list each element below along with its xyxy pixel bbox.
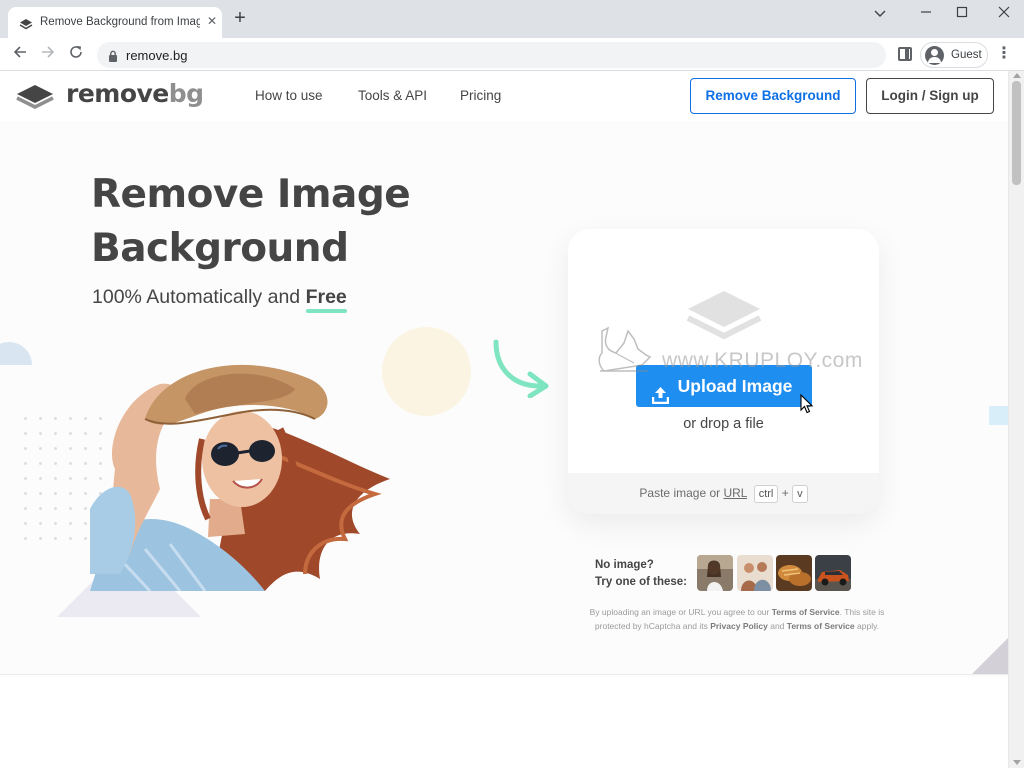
tab-search-icon[interactable]: [870, 6, 890, 24]
profile-label: Guest: [951, 49, 982, 61]
drop-file-text: or drop a file: [683, 416, 764, 432]
back-arrow-icon[interactable]: [10, 45, 30, 65]
paste-url-link[interactable]: URL: [723, 486, 747, 500]
free-highlight: Free: [305, 286, 347, 308]
sample-thumb-woman[interactable]: [697, 555, 733, 591]
lock-icon: [108, 49, 118, 67]
terms-link-1[interactable]: Terms of Service: [772, 607, 840, 617]
watermark-text: www.KRUPLOY.com: [662, 349, 863, 372]
profile-button[interactable]: Guest: [920, 42, 988, 68]
removebg-logo-icon[interactable]: [15, 83, 55, 116]
mouse-cursor-icon: [800, 393, 814, 419]
new-tab-button[interactable]: +: [230, 8, 250, 29]
sample-thumb-people[interactable]: [737, 555, 773, 591]
privacy-policy-link[interactable]: Privacy Policy: [710, 621, 768, 631]
key-ctrl: ctrl: [753, 485, 779, 503]
side-panel-icon[interactable]: [898, 47, 912, 61]
page-scrollbar[interactable]: [1008, 71, 1024, 768]
hero-woman-image: [90, 359, 400, 593]
tab-close-icon[interactable]: ✕: [204, 14, 220, 28]
section-divider: [0, 674, 1008, 675]
forward-arrow-icon[interactable]: [38, 45, 58, 65]
hero-title-line2: Background: [91, 226, 349, 271]
terms-link-2[interactable]: Terms of Service: [787, 621, 855, 631]
nav-how-to-use[interactable]: How to use: [255, 88, 323, 103]
sample-images-label: No image? Try one of these:: [595, 559, 688, 588]
paste-hint: Paste image or URL ctrl + v: [568, 473, 879, 514]
reload-icon[interactable]: [66, 45, 86, 65]
maximize-icon[interactable]: [952, 6, 972, 24]
address-bar[interactable]: remove.bg: [97, 42, 886, 68]
tab-title: Remove Background from Image: [40, 16, 200, 28]
browser-tab[interactable]: Remove Background from Image ✕: [8, 7, 222, 38]
decorative-square: [989, 406, 1008, 425]
browser-menu-icon[interactable]: ⋮: [996, 45, 1012, 65]
kruploy-watermark: www.KRUPLOY.com: [594, 325, 874, 381]
scroll-down-icon[interactable]: [1013, 760, 1021, 765]
removebg-favicon-icon: [19, 17, 33, 35]
login-signup-button[interactable]: Login / Sign up: [866, 78, 994, 114]
sample-thumb-bread[interactable]: [776, 555, 812, 591]
legal-notice: By uploading an image or URL you agree t…: [589, 607, 885, 631]
nav-pricing[interactable]: Pricing: [460, 88, 501, 103]
browser-toolbar: remove.bg Guest ⋮: [0, 38, 1024, 71]
url-text: remove.bg: [126, 48, 188, 63]
scrollbar-thumb[interactable]: [1012, 81, 1021, 185]
swan-logo-icon: [598, 326, 652, 372]
guest-avatar-icon: [925, 46, 944, 65]
hero-title: Remove Image Background: [91, 168, 511, 276]
hero-subtitle: 100% Automatically and Free: [92, 286, 347, 308]
removebg-logo[interactable]: removebg: [66, 79, 204, 108]
decorative-half-circle: [0, 342, 32, 365]
scroll-up-icon[interactable]: [1013, 73, 1021, 78]
site-header: removebg How to use Tools & API Pricing …: [0, 71, 1008, 121]
remove-background-button[interactable]: Remove Background: [690, 78, 856, 114]
decorative-corner-triangle: [972, 638, 1008, 674]
hero-section: Remove Image Background 100% Automatical…: [0, 121, 1008, 677]
hero-title-line1: Remove Image: [91, 172, 411, 217]
upload-icon: [651, 377, 670, 419]
page-viewport: removebg How to use Tools & API Pricing …: [0, 71, 1008, 768]
minimize-icon[interactable]: [916, 6, 936, 24]
browser-tab-bar: Remove Background from Image ✕ +: [0, 0, 1024, 38]
green-arrow-icon: [490, 338, 552, 403]
key-v: v: [792, 485, 808, 503]
close-window-icon[interactable]: [994, 6, 1014, 24]
sample-thumb-car[interactable]: [815, 555, 851, 591]
nav-tools-api[interactable]: Tools & API: [358, 88, 427, 103]
